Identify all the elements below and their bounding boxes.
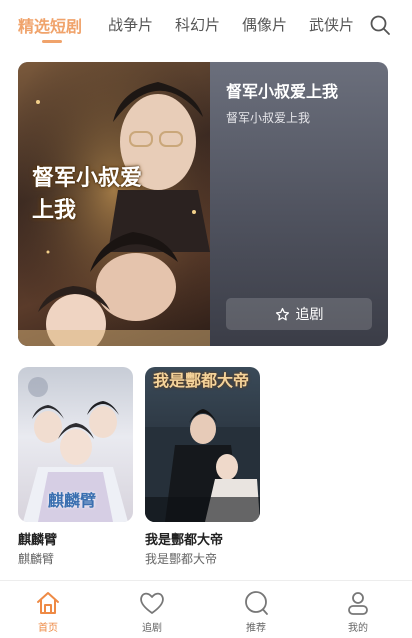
- nav-follow[interactable]: 追剧: [122, 589, 182, 634]
- drama-poster-title: 麒麟臂: [48, 491, 97, 510]
- tab-scifi[interactable]: 科幻片: [175, 14, 220, 35]
- tab-wuxia[interactable]: 武侠片: [309, 14, 354, 35]
- featured-poster-title: 督军小叔爱上我: [32, 165, 143, 223]
- featured-subtitle: 督军小叔爱上我: [226, 111, 311, 125]
- home-icon: [37, 592, 59, 614]
- drama-title[interactable]: 我是酆都大帝: [145, 529, 223, 548]
- search-button[interactable]: [368, 13, 392, 37]
- nav-recommend-label: 推荐: [246, 623, 266, 634]
- compass-icon: [245, 591, 268, 615]
- active-tab-indicator: [42, 40, 62, 43]
- heart-icon: [140, 592, 164, 614]
- search-icon: [370, 15, 390, 35]
- drama-poster[interactable]: 我是酆都大帝: [145, 367, 260, 522]
- follow-drama-label: 追剧: [295, 307, 324, 323]
- star-icon: [275, 307, 289, 320]
- nav-recommend[interactable]: 推荐: [226, 589, 286, 634]
- drama-subtitle: 我是酆都大帝: [145, 552, 218, 566]
- follow-drama-button[interactable]: 追剧: [226, 298, 372, 330]
- drama-card[interactable]: 我是酆都大帝 我是酆都大帝 我是酆都大帝: [145, 367, 260, 566]
- top-tab-bar: 精选短剧 战争片 科幻片 偶像片 武侠片: [0, 0, 412, 50]
- featured-drama-card[interactable]: 督军小叔爱上我 督军小叔爱上我 督军小叔爱上我 追剧: [18, 62, 388, 346]
- tab-featured-shorts[interactable]: 精选短剧: [18, 13, 82, 37]
- drama-card[interactable]: 麒麟臂 麒麟臂 麒麟臂: [18, 367, 133, 566]
- nav-home[interactable]: 首页: [18, 589, 78, 634]
- drama-poster-title: 我是酆都大帝: [153, 371, 250, 390]
- drama-subtitle: 麒麟臂: [18, 552, 55, 566]
- featured-title: 督军小叔爱上我: [226, 82, 339, 101]
- bottom-navigation: 首页 追剧 推荐 我的: [0, 580, 412, 638]
- user-icon: [348, 592, 368, 615]
- nav-profile[interactable]: 我的: [328, 589, 388, 634]
- tab-war[interactable]: 战争片: [108, 14, 153, 35]
- featured-poster[interactable]: 督军小叔爱上我: [18, 62, 210, 346]
- nav-home-label: 首页: [38, 623, 58, 634]
- tab-idol[interactable]: 偶像片: [242, 14, 287, 35]
- drama-poster[interactable]: 麒麟臂: [18, 367, 133, 522]
- drama-title[interactable]: 麒麟臂: [18, 529, 57, 548]
- nav-profile-label: 我的: [348, 623, 368, 634]
- nav-follow-label: 追剧: [142, 623, 162, 634]
